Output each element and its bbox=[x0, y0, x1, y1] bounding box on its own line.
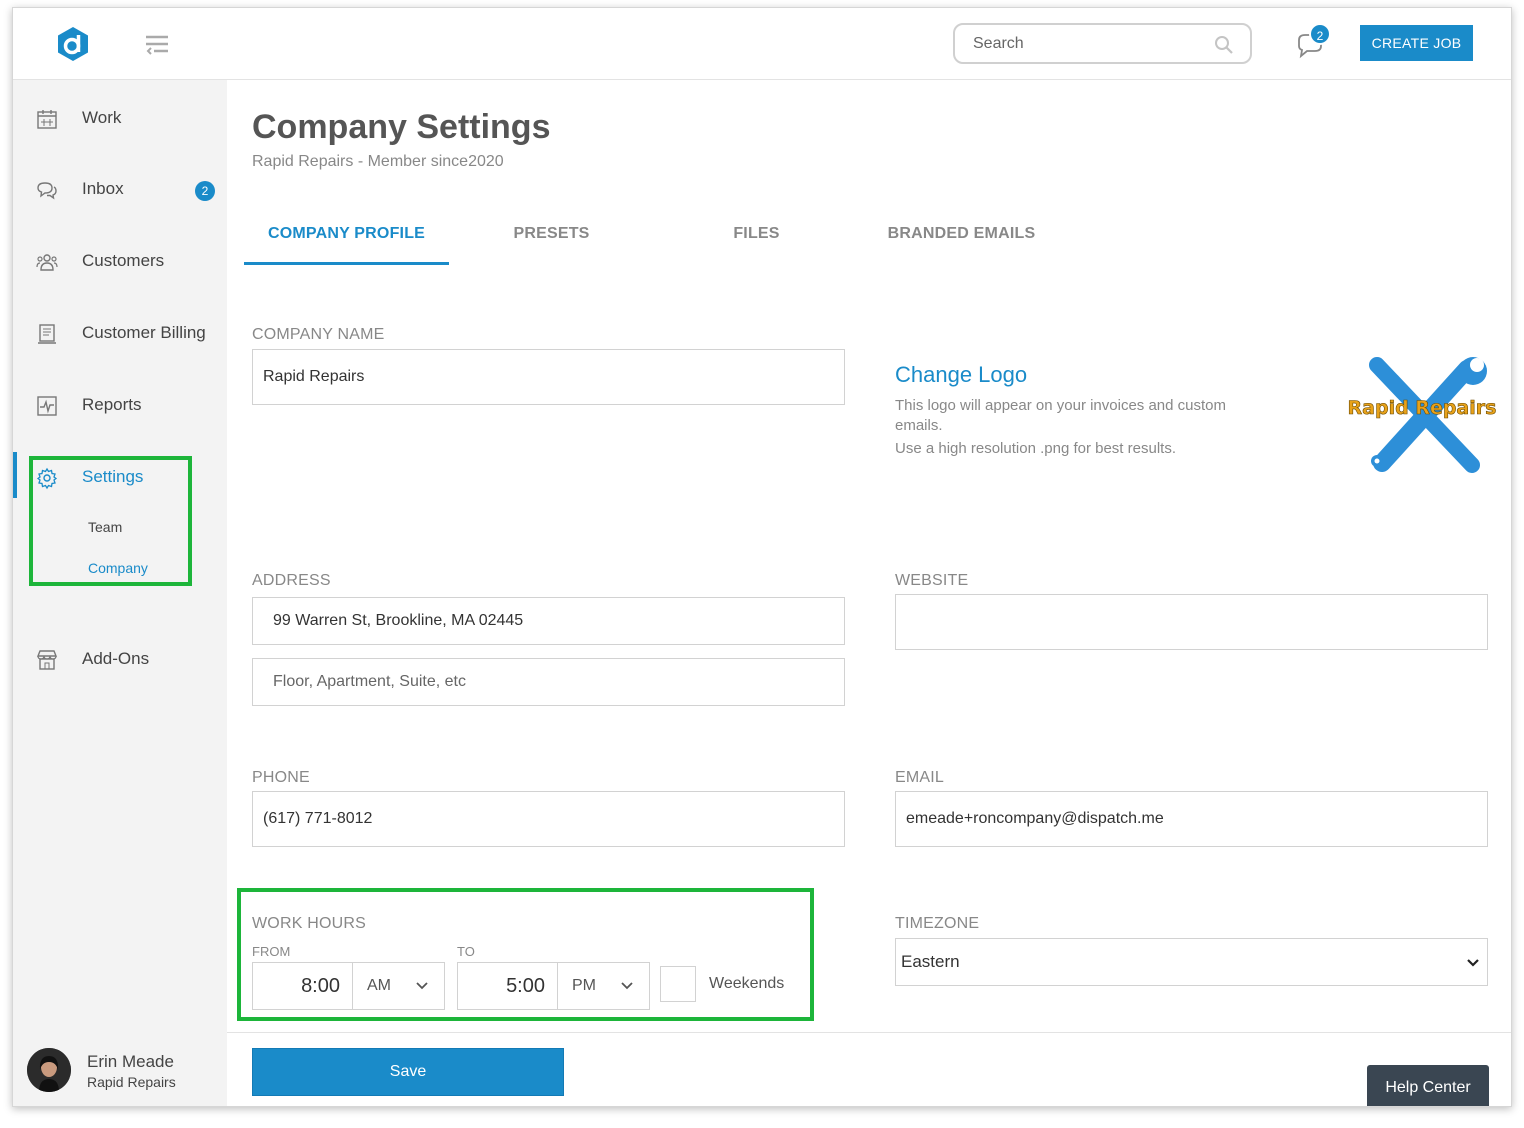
sidebar-item-customer-billing[interactable]: Customer Billing bbox=[13, 311, 227, 355]
sidebar-item-inbox[interactable]: Inbox 2 bbox=[13, 167, 227, 211]
ampm-value: PM bbox=[572, 977, 596, 994]
email-field[interactable] bbox=[895, 791, 1488, 847]
to-ampm-select[interactable]: PM bbox=[559, 963, 649, 1009]
address-line-2-field[interactable] bbox=[252, 658, 845, 706]
logo-note: Use a high resolution .png for best resu… bbox=[895, 440, 1176, 457]
sidebar-item-label: Inbox bbox=[82, 179, 124, 198]
tab-presets[interactable]: PRESETS bbox=[449, 225, 654, 265]
chart-icon bbox=[35, 394, 59, 418]
address-label: ADDRESS bbox=[252, 572, 331, 589]
tab-files[interactable]: FILES bbox=[654, 225, 859, 265]
timezone-select[interactable]: Eastern bbox=[895, 938, 1488, 986]
tab-company-profile[interactable]: COMPANY PROFILE bbox=[244, 225, 449, 265]
ampm-value: AM bbox=[367, 977, 391, 994]
invoice-icon bbox=[35, 322, 59, 346]
collapse-menu-icon[interactable] bbox=[143, 30, 171, 58]
chevron-down-icon bbox=[1465, 955, 1481, 971]
work-hours-label: WORK HOURS bbox=[252, 915, 366, 932]
search-icon[interactable] bbox=[1214, 35, 1234, 55]
logo-note: This logo will appear on your invoices a… bbox=[895, 397, 1227, 434]
calendar-icon bbox=[35, 107, 59, 131]
address-field[interactable] bbox=[252, 597, 845, 645]
inbox-count-badge: 2 bbox=[195, 181, 215, 201]
page-title: Company Settings bbox=[252, 108, 551, 146]
sidebar-item-customers[interactable]: Customers bbox=[13, 239, 227, 283]
divider bbox=[227, 1032, 1511, 1033]
create-job-button[interactable]: CREATE JOB bbox=[1360, 25, 1473, 61]
change-logo-link[interactable]: Change Logo bbox=[895, 362, 1027, 388]
chevron-down-icon bbox=[619, 978, 635, 994]
logo-text: Rapid Repairs bbox=[1348, 397, 1497, 419]
messages-count-badge: 2 bbox=[1309, 23, 1331, 45]
chat-bubbles-icon bbox=[35, 178, 59, 202]
from-ampm-select[interactable]: AM bbox=[354, 963, 444, 1009]
page-subtitle: Rapid Repairs - Member since2020 bbox=[252, 153, 504, 170]
search-box[interactable] bbox=[953, 23, 1252, 64]
from-time-picker: 8:00 AM bbox=[252, 962, 445, 1010]
people-icon bbox=[35, 250, 59, 274]
main-content: Company Settings Rapid Repairs - Member … bbox=[227, 80, 1511, 1106]
to-time-picker: 5:00 PM bbox=[457, 962, 650, 1010]
sidebar: Work Inbox 2 Customers Customer Billing bbox=[13, 80, 227, 1106]
sidebar-item-work[interactable]: Work bbox=[13, 96, 227, 140]
user-profile[interactable]: Erin Meade Rapid Repairs bbox=[27, 1046, 222, 1096]
website-field[interactable] bbox=[895, 594, 1488, 650]
tab-branded-emails[interactable]: BRANDED EMAILS bbox=[859, 225, 1064, 265]
company-name-field[interactable] bbox=[252, 349, 845, 405]
to-label: TO bbox=[457, 944, 475, 959]
sidebar-item-label: Reports bbox=[82, 395, 142, 414]
weekends-checkbox[interactable] bbox=[660, 966, 696, 1002]
search-input[interactable] bbox=[973, 33, 1203, 55]
save-button[interactable]: Save bbox=[252, 1048, 564, 1096]
company-logo-image[interactable]: Rapid Repairs bbox=[1347, 355, 1497, 475]
timezone-value: Eastern bbox=[901, 952, 960, 971]
sidebar-item-label: Add-Ons bbox=[82, 649, 150, 668]
to-time-field[interactable]: 5:00 bbox=[458, 963, 558, 1009]
email-label: EMAIL bbox=[895, 769, 945, 786]
sidebar-item-add-ons[interactable]: Add-Ons bbox=[13, 637, 227, 681]
dispatch-logo-icon[interactable] bbox=[53, 24, 93, 64]
phone-label: PHONE bbox=[252, 769, 310, 786]
user-name: Erin Meade bbox=[87, 1052, 174, 1071]
user-company: Rapid Repairs bbox=[87, 1074, 176, 1090]
avatar[interactable] bbox=[27, 1048, 71, 1092]
from-label: FROM bbox=[252, 944, 291, 959]
weekends-label: Weekends bbox=[709, 975, 785, 992]
sidebar-item-label: Work bbox=[82, 108, 122, 127]
timezone-label: TIMEZONE bbox=[895, 915, 980, 932]
highlight-box bbox=[29, 456, 192, 586]
top-bar: 2 CREATE JOB bbox=[13, 8, 1511, 80]
phone-field[interactable] bbox=[252, 791, 845, 847]
store-icon bbox=[35, 648, 59, 672]
website-label: WEBSITE bbox=[895, 572, 969, 589]
sidebar-item-label: Customer Billing bbox=[82, 323, 206, 342]
sidebar-item-label: Customers bbox=[82, 251, 165, 270]
from-time-field[interactable]: 8:00 bbox=[253, 963, 353, 1009]
company-name-label: COMPANY NAME bbox=[252, 326, 385, 343]
chevron-down-icon bbox=[414, 978, 430, 994]
help-center-button[interactable]: Help Center bbox=[1367, 1065, 1489, 1106]
app-window: 2 CREATE JOB Work Inbox 2 Customers bbox=[12, 7, 1512, 1107]
sidebar-item-reports[interactable]: Reports bbox=[13, 383, 227, 427]
